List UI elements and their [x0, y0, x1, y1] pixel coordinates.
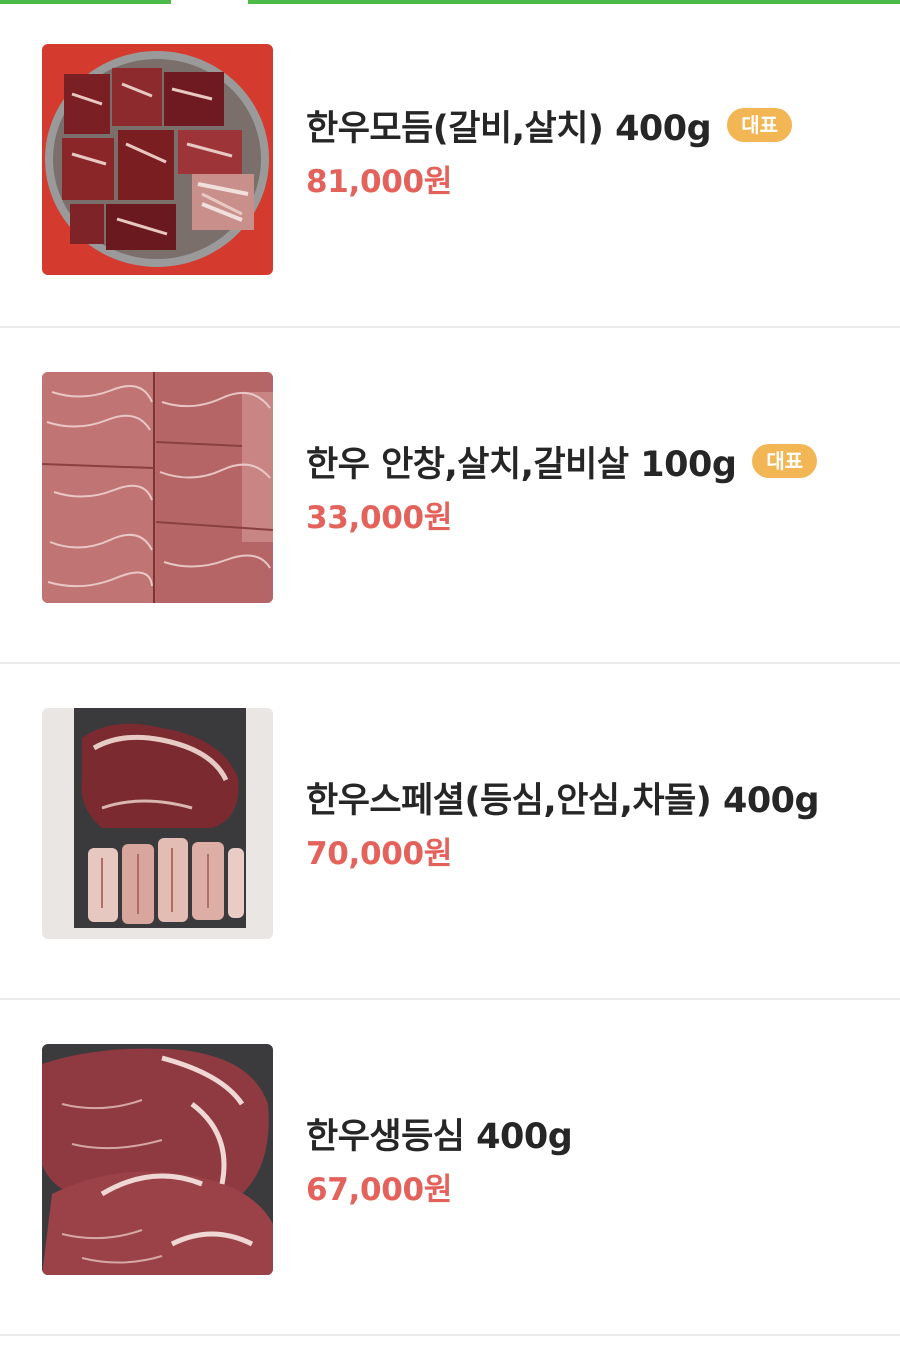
menu-item-price: 81,000원 — [306, 164, 453, 200]
beef-special-board-photo — [42, 708, 273, 939]
menu-item-price: 70,000원 — [306, 836, 453, 872]
menu-item[interactable]: 한우생등심 400g 67,000원 — [0, 1000, 900, 1336]
menu-item-price: 67,000원 — [306, 1172, 453, 1208]
menu-item-name: 한우스페셜(등심,안심,차돌) 400g — [306, 780, 820, 821]
featured-badge: 대표 — [752, 444, 818, 478]
beef-assorted-plate-photo — [42, 44, 273, 275]
menu-item-name: 한우생등심 400g — [306, 1116, 573, 1157]
beef-marbled-slices-photo — [42, 372, 273, 603]
menu-item[interactable]: 한우모듬(갈비,살치) 400g 대표 81,000원 — [0, 0, 900, 328]
menu-item[interactable]: 한우 안창,살치,갈비살 100g 대표 33,000원 — [0, 328, 900, 664]
menu-item-name: 한우모듬(갈비,살치) 400g — [306, 108, 712, 149]
menu-item-name: 한우 안창,살치,갈비살 100g — [306, 444, 737, 485]
menu-item-price: 33,000원 — [306, 500, 453, 536]
featured-badge: 대표 — [727, 108, 792, 142]
menu-item[interactable]: 한우스페셜(등심,안심,차돌) 400g 70,000원 — [0, 664, 900, 1000]
beef-sirloin-photo — [42, 1044, 273, 1275]
